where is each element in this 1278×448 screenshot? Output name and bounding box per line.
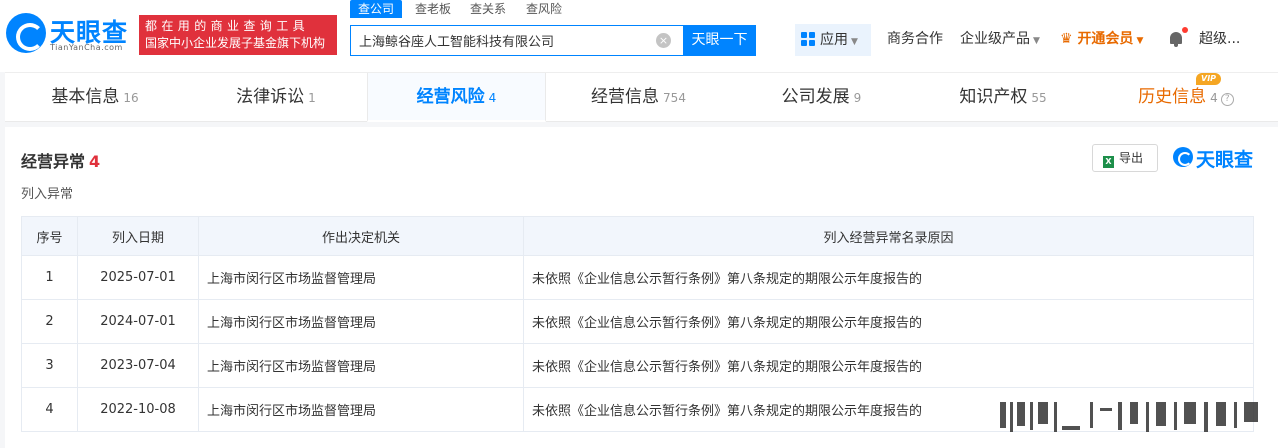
tab-count: 9 xyxy=(853,91,862,105)
brand-mark-icon xyxy=(1173,147,1193,167)
tab-count: 16 xyxy=(123,91,139,105)
nav-user[interactable]: 超级... xyxy=(1199,30,1240,48)
tab-label: 基本信息 xyxy=(51,87,120,107)
bell-icon[interactable] xyxy=(1168,27,1188,48)
table-row: 3 2023-07-04 上海市闵行区市场监督管理局 未依照《企业信息公示暂行条… xyxy=(21,343,1254,388)
watermark-signature xyxy=(1000,398,1270,436)
tab-label: 经营风险 xyxy=(416,87,485,107)
nav-vip-label: 开通会员 xyxy=(1077,31,1134,47)
brand-text: 天眼查 xyxy=(1196,149,1254,171)
cell-date: 2022-10-08 xyxy=(77,387,199,432)
column-header-authority: 作出决定机关 xyxy=(198,216,524,256)
top-header: 天眼查 TianYanCha.com 都在用的商业查询工具 国家中小企业发展子基… xyxy=(0,0,1278,72)
cell-date: 2025-07-01 xyxy=(77,255,199,300)
notification-dot xyxy=(1182,27,1188,33)
tab-operation-risk[interactable]: 经营风险 4 xyxy=(367,73,546,122)
search-input[interactable] xyxy=(351,26,681,55)
cell-authority: 上海市闵行区市场监督管理局 xyxy=(198,387,524,432)
nav-business[interactable]: 商务合作 xyxy=(887,30,943,48)
cell-authority: 上海市闵行区市场监督管理局 xyxy=(198,343,524,388)
chevron-down-icon: ▼ xyxy=(1033,36,1040,46)
search-tab-boss[interactable]: 查老板 xyxy=(415,0,451,18)
chevron-down-icon: ▼ xyxy=(851,37,858,47)
cell-date: 2024-07-01 xyxy=(77,299,199,344)
export-button[interactable]: X 导出 xyxy=(1092,144,1158,172)
search-button[interactable]: 天眼一下 xyxy=(683,25,756,56)
nav-vip[interactable]: ♛ 开通会员 ▼ xyxy=(1060,30,1143,50)
cell-date: 2023-07-04 xyxy=(77,343,199,388)
search-tab-relation[interactable]: 查关系 xyxy=(470,0,506,18)
column-header-no: 序号 xyxy=(21,216,78,256)
grid-icon xyxy=(801,32,815,46)
clear-icon[interactable]: × xyxy=(656,33,671,48)
nav-app-label: 应用 xyxy=(820,32,848,48)
vip-badge: VIP xyxy=(1196,73,1222,85)
search-tab-company[interactable]: 查公司 xyxy=(350,0,403,18)
slogan-banner: 都在用的商业查询工具 国家中小企业发展子基金旗下机构 xyxy=(139,15,337,55)
chevron-down-icon: ▼ xyxy=(1136,36,1144,46)
tab-count: 1 xyxy=(308,91,316,105)
slogan-line-1: 都在用的商业查询工具 xyxy=(145,19,310,33)
nav-app-menu[interactable]: 应用 ▼ xyxy=(795,24,871,56)
tab-label: 经营信息 xyxy=(591,87,660,107)
search-box: × 天眼一下 xyxy=(350,25,756,56)
cell-no: 2 xyxy=(21,299,78,344)
slogan-line-2: 国家中小企业发展子基金旗下机构 xyxy=(145,36,326,50)
search-tab-risk[interactable]: 查风险 xyxy=(526,0,562,18)
section-count: 4 xyxy=(89,152,101,171)
question-icon[interactable]: ? xyxy=(1220,93,1234,106)
nav-enterprise[interactable]: 企业级产品 ▼ xyxy=(960,30,1040,50)
column-header-date: 列入日期 xyxy=(77,216,199,256)
column-header-reason: 列入经营异常名录原因 xyxy=(523,216,1254,256)
section-subtitle: 列入异常 xyxy=(21,187,74,202)
tab-count: 4 xyxy=(488,91,497,105)
company-tabs: 基本信息 16 法律诉讼 1 经营风险 4 经营信息 754 公司发展 9 知识产权 55 … xyxy=(5,72,1278,122)
logo-subtext: TianYanCha.com xyxy=(50,43,123,52)
cell-no: 1 xyxy=(21,255,78,300)
tab-history[interactable]: 历史信息 4? xyxy=(1094,73,1278,122)
tab-count: 754 xyxy=(663,91,686,105)
tab-operation-info[interactable]: 经营信息 754 xyxy=(546,73,731,122)
table-row: 2 2024-07-01 上海市闵行区市场监督管理局 未依照《企业信息公示暂行条… xyxy=(21,299,1254,344)
tab-development[interactable]: 公司发展 9 xyxy=(731,73,912,122)
tab-count: 55 xyxy=(1031,91,1047,105)
tab-legal[interactable]: 法律诉讼 1 xyxy=(185,73,367,122)
table-header-row: 序号 列入日期 作出决定机关 列入经营异常名录原因 xyxy=(21,216,1254,256)
table-row: 1 2025-07-01 上海市闵行区市场监督管理局 未依照《企业信息公示暂行条… xyxy=(21,255,1254,300)
cell-authority: 上海市闵行区市场监督管理局 xyxy=(198,255,524,300)
cell-authority: 上海市闵行区市场监督管理局 xyxy=(198,299,524,344)
tab-label: 历史信息 xyxy=(1138,87,1207,107)
tab-ip[interactable]: 知识产权 55 xyxy=(912,73,1094,122)
tab-label: 法律诉讼 xyxy=(236,87,305,107)
tab-count: 4 xyxy=(1210,91,1218,105)
tab-label: 知识产权 xyxy=(959,87,1028,107)
cell-no: 3 xyxy=(21,343,78,388)
tab-basic-info[interactable]: 基本信息 16 xyxy=(5,73,185,122)
section-title: 经营异常 4 xyxy=(21,148,100,172)
brand-logo: 天眼查 xyxy=(1173,145,1257,171)
crown-icon: ♛ xyxy=(1060,31,1078,47)
nav-enterprise-label: 企业级产品 xyxy=(960,31,1030,47)
cell-reason: 未依照《企业信息公示暂行条例》第八条规定的期限公示年度报告的 xyxy=(523,299,1254,344)
export-label: 导出 xyxy=(1119,151,1144,165)
cell-reason: 未依照《企业信息公示暂行条例》第八条规定的期限公示年度报告的 xyxy=(523,255,1254,300)
tianyancha-logo[interactable]: 天眼查 TianYanCha.com xyxy=(6,11,134,57)
cell-reason: 未依照《企业信息公示暂行条例》第八条规定的期限公示年度报告的 xyxy=(523,343,1254,388)
tab-label: 公司发展 xyxy=(781,87,850,107)
cell-no: 4 xyxy=(21,387,78,432)
section-title-text: 经营异常 xyxy=(21,152,86,171)
logo-mark-icon xyxy=(6,13,46,53)
excel-icon: X xyxy=(1103,156,1114,168)
